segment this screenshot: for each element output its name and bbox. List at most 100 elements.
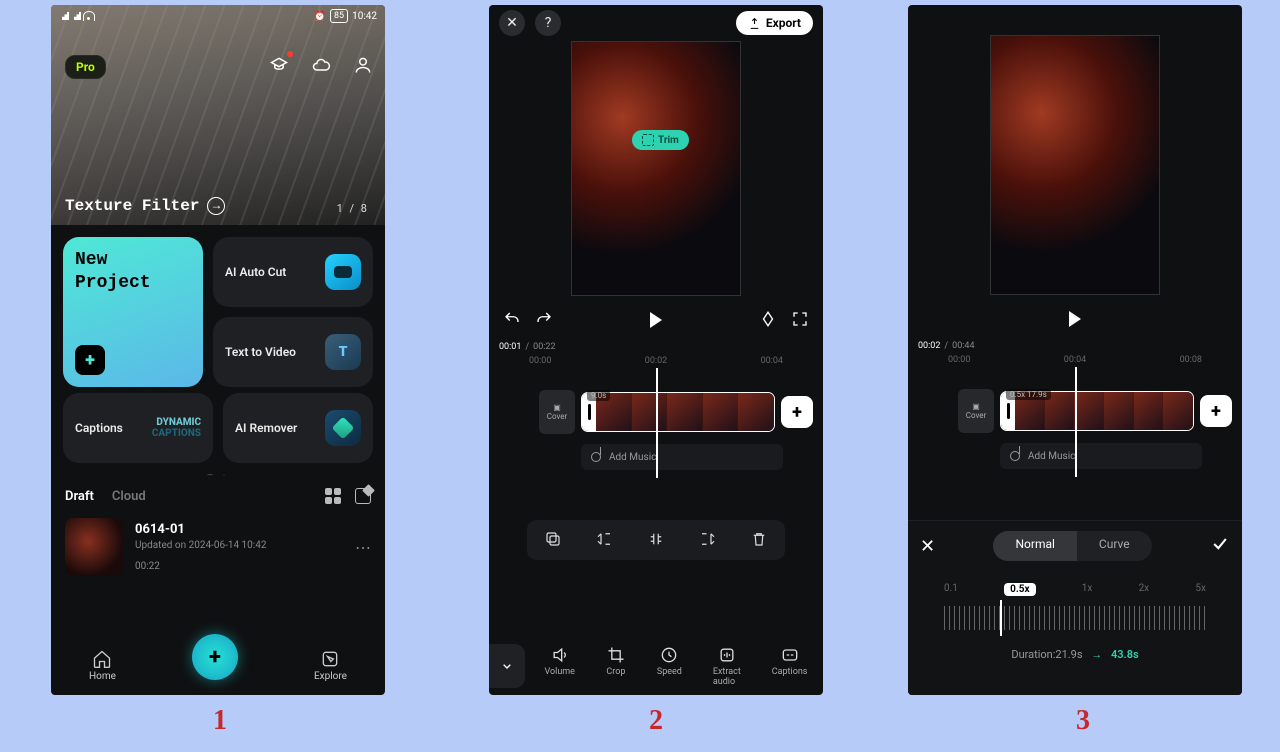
captions-button[interactable]: Captions (772, 645, 808, 687)
time-total: 00:22 (533, 342, 555, 352)
split-right-button[interactable] (699, 530, 717, 551)
hero-title[interactable]: Texture Filter → (65, 197, 225, 215)
timeline[interactable]: ▣Cover + 9.0s Add Music (489, 368, 823, 478)
tab-draft[interactable]: Draft (65, 489, 94, 504)
playhead[interactable] (1075, 367, 1077, 477)
signal-icon (71, 12, 81, 20)
add-music-label: Add Music (1028, 451, 1075, 462)
project-tabs: Draft Cloud (65, 489, 146, 504)
video-preview[interactable]: Trim (571, 41, 741, 296)
hero-title-text: Texture Filter (65, 197, 199, 215)
export-label: Export (766, 16, 801, 30)
redo-button[interactable] (535, 310, 553, 331)
ai-auto-cut-button[interactable]: AI Auto Cut (213, 237, 373, 307)
draft-thumbnail (65, 518, 123, 576)
video-preview[interactable] (990, 35, 1160, 295)
music-icon (591, 452, 601, 462)
play-button[interactable] (650, 312, 662, 328)
notification-dot (287, 51, 293, 57)
ai-remover-label: AI Remover (235, 421, 297, 435)
time-total: 00:44 (952, 341, 974, 351)
playhead[interactable] (656, 368, 658, 478)
fab-create[interactable]: + (192, 634, 238, 680)
close-panel-button[interactable]: ✕ (920, 536, 935, 557)
tab-cloud[interactable]: Cloud (112, 489, 146, 504)
hero-page-indicator: 1 / 8 (337, 202, 369, 215)
speed-button[interactable]: Speed (657, 645, 682, 687)
seg-curve[interactable]: Curve (1077, 531, 1152, 561)
nav-home-label: Home (89, 671, 116, 682)
academy-icon[interactable] (267, 53, 291, 77)
seg-normal[interactable]: Normal (993, 531, 1076, 561)
cloud-icon[interactable] (309, 53, 333, 77)
speed-labels: 0.1 0.5x 1x 2x 5x (920, 561, 1230, 606)
add-music-label: Add Music (609, 452, 656, 463)
text-to-video-label: Text to Video (225, 345, 296, 359)
export-button[interactable]: Export (736, 11, 813, 35)
page-dots: — · (51, 467, 385, 482)
grid-view-icon[interactable] (325, 488, 341, 504)
add-music-button[interactable]: Add Music (1000, 443, 1202, 469)
undo-button[interactable] (503, 310, 521, 331)
wifi-icon (83, 11, 95, 21)
duration-info: Duration:21.9s → 43.8s (920, 648, 1230, 661)
edit-icon[interactable] (355, 488, 371, 504)
step-2-label: 2 (649, 705, 663, 737)
volume-button[interactable]: Volume (544, 645, 574, 687)
draft-duration: 00:22 (135, 561, 343, 572)
back-button[interactable] (489, 644, 525, 688)
crop-button[interactable]: Crop (606, 645, 626, 687)
dynamic-captions-icon: DYNAMICCAPTIONS (152, 417, 201, 439)
speed-panel: ✕ Normal Curve 0.1 0.5x 1x 2x 5x Duratio… (908, 520, 1242, 695)
speed-slider[interactable] (944, 606, 1206, 630)
cover-button[interactable]: ▣Cover (539, 390, 575, 434)
arrow-right-icon: → (207, 197, 225, 215)
text-to-video-button[interactable]: Text to Video (213, 317, 373, 387)
profile-icon[interactable] (351, 53, 375, 77)
draft-updated: Updated on 2024-06-14 10:42 (135, 540, 343, 551)
ai-auto-cut-label: AI Auto Cut (225, 265, 286, 279)
extract-audio-button[interactable]: Extract audio (713, 645, 741, 687)
split-left-button[interactable] (595, 530, 613, 551)
copy-button[interactable] (544, 530, 562, 551)
add-music-button[interactable]: Add Music (581, 444, 783, 470)
close-button[interactable]: ✕ (499, 10, 525, 36)
nav-explore[interactable]: Explore (314, 649, 347, 682)
nav-home[interactable]: Home (89, 649, 116, 682)
confirm-button[interactable] (1210, 534, 1230, 559)
speed-mode-segment: Normal Curve (993, 531, 1151, 561)
music-icon (1010, 451, 1020, 461)
captions-label: Captions (75, 421, 123, 435)
add-clip-button[interactable]: + (781, 396, 813, 428)
screen-speed: 00:02 / 00:44 00:0000:0400:08 ▣Cover + 0… (908, 5, 1242, 695)
robot-icon (325, 254, 361, 290)
keyframe-button[interactable] (759, 310, 777, 331)
pro-badge[interactable]: Pro (65, 55, 106, 79)
delete-button[interactable] (750, 530, 768, 551)
cover-button[interactable]: ▣Cover (958, 389, 994, 433)
time-current: 00:01 (499, 342, 521, 352)
hero-banner[interactable]: ⏰ 85 10:42 Pro Texture Filter → 1 / 8 (51, 5, 385, 225)
video-clip[interactable] (581, 392, 775, 432)
timeline[interactable]: ▣Cover + 0.5x 17.9s Add Music (908, 367, 1242, 477)
add-clip-button[interactable]: + (1200, 395, 1232, 427)
more-icon[interactable]: ⋯ (355, 538, 371, 557)
trim-tooltip[interactable]: Trim (632, 130, 689, 150)
screen-home: ⏰ 85 10:42 Pro Texture Filter → 1 / 8 (51, 5, 385, 695)
step-1-label: 1 (213, 705, 227, 737)
fullscreen-button[interactable] (791, 310, 809, 331)
edit-toolbar (527, 520, 785, 560)
step-3-label: 3 (1076, 705, 1090, 737)
screen-editor: ✕ ? Export Trim 00:01 / 00:22 00:0000:02… (489, 5, 823, 695)
clip-speed-badge: 0.5x 17.9s (1006, 389, 1051, 400)
draft-title: 0614-01 (135, 522, 343, 537)
clip-duration-badge: 9.0s (587, 390, 610, 401)
ai-remover-button[interactable]: AI Remover (223, 393, 373, 463)
captions-button[interactable]: Captions DYNAMICCAPTIONS (63, 393, 213, 463)
play-button[interactable] (1069, 311, 1081, 327)
new-project-button[interactable]: New Project + (63, 237, 203, 387)
new-project-label: New Project (75, 249, 151, 294)
split-button[interactable] (647, 530, 665, 551)
help-button[interactable]: ? (535, 10, 561, 36)
draft-item[interactable]: 0614-01 Updated on 2024-06-14 10:42 00:2… (51, 510, 385, 584)
